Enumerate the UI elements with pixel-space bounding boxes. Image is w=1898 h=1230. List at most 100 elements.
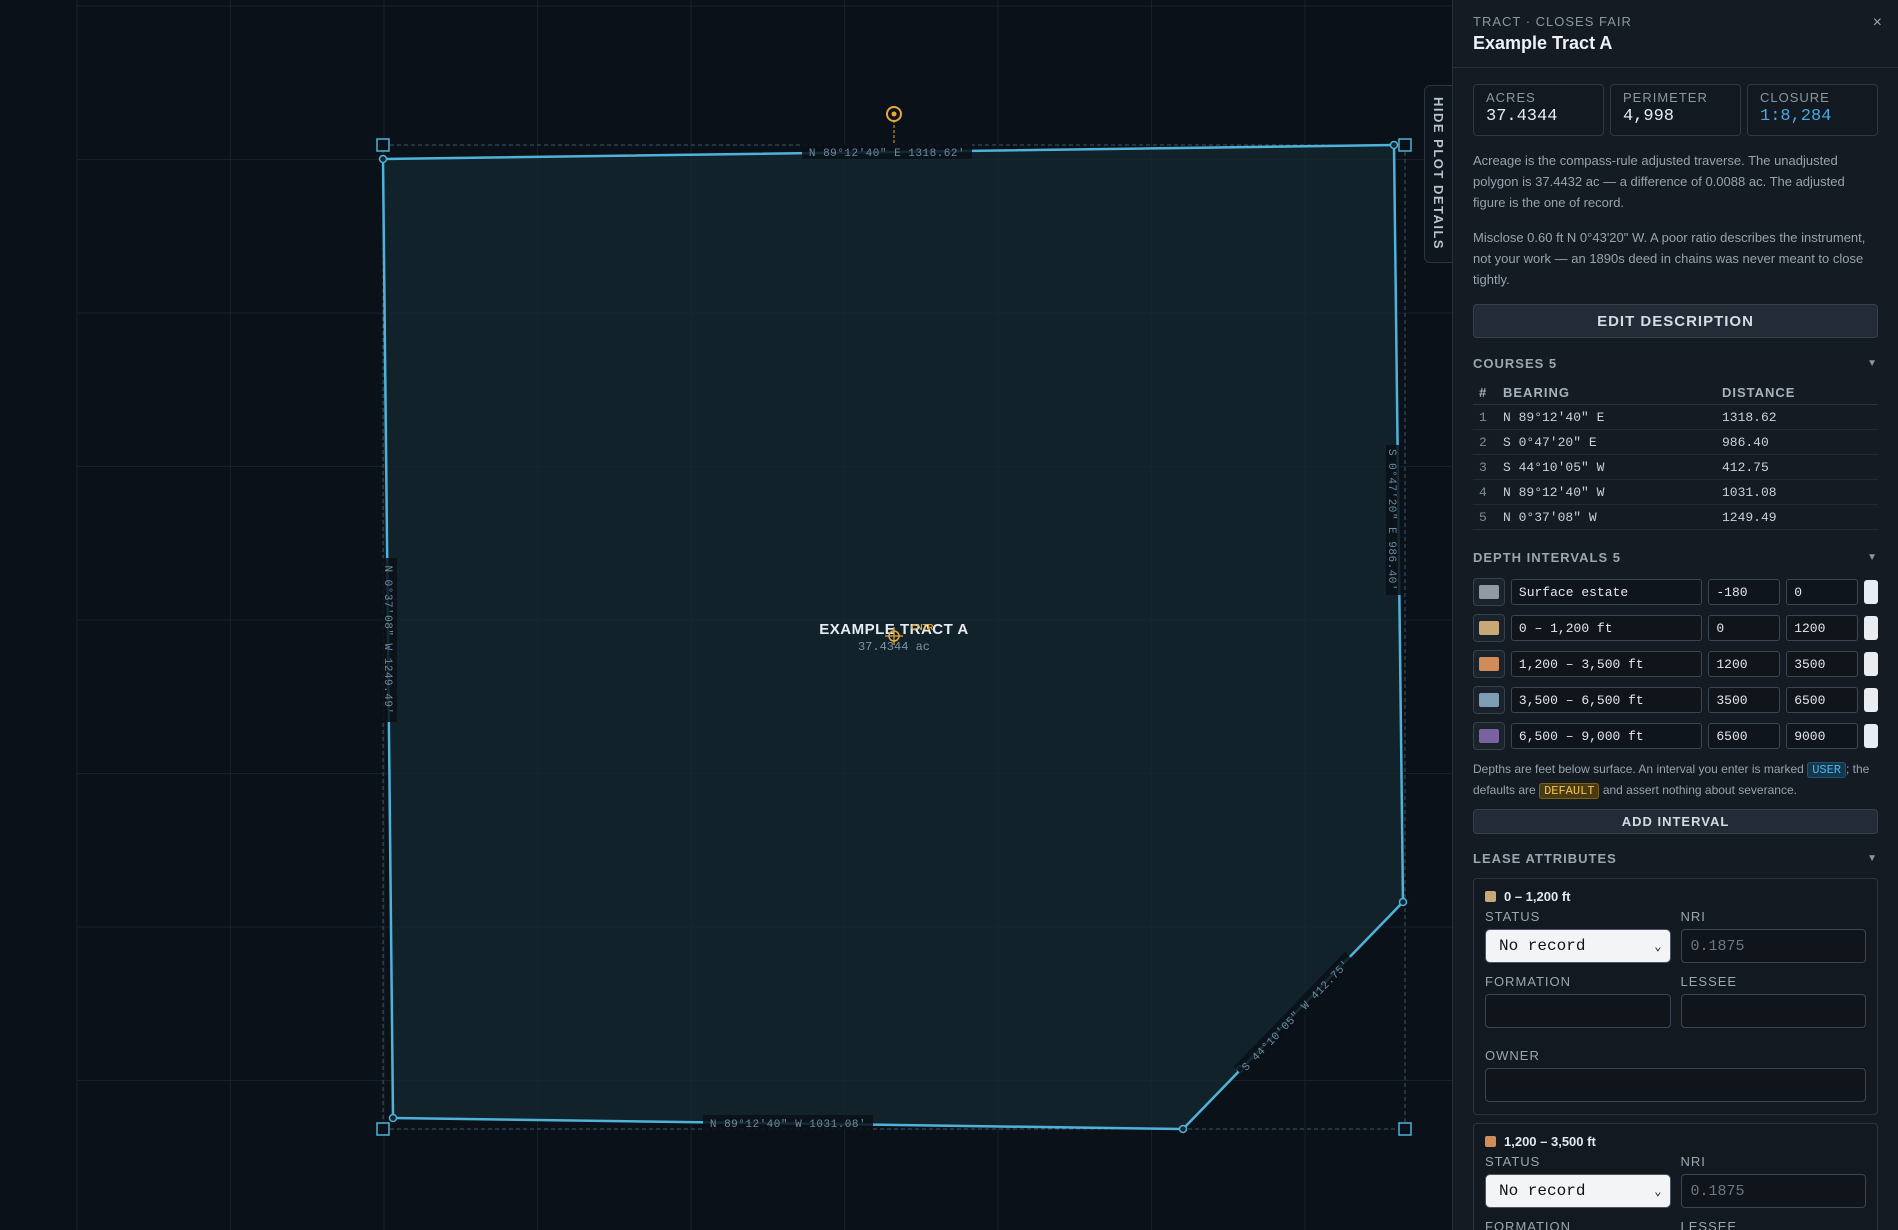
chevron-down-icon: ⌄: [1654, 1184, 1662, 1199]
interval-color-button[interactable]: [1473, 650, 1505, 678]
stat-perimeter: PERIMETER 4,998: [1610, 84, 1741, 136]
status-select[interactable]: No record ⌄: [1485, 929, 1671, 963]
nri-input[interactable]: 0.1875: [1680, 1174, 1866, 1208]
plot-svg[interactable]: N 89°12'40" E 1318.62' S 0°47'20" E 986.…: [0, 0, 1452, 1230]
lease-card-header: 0 – 1,200 ft: [1485, 889, 1866, 904]
status-value: No record: [1499, 937, 1586, 955]
interval-top-input[interactable]: 1200: [1708, 651, 1781, 677]
chevron-down-icon: ▼: [1867, 552, 1878, 563]
courses-table: # BEARING DISTANCE 1N 89°12'40" E 1318.62…: [1473, 385, 1878, 530]
formation-label: FORMATION: [1485, 974, 1572, 989]
vertex-point[interactable]: [1178, 1124, 1188, 1134]
color-swatch: [1485, 891, 1496, 902]
interval-remove-button[interactable]: [1864, 688, 1878, 712]
interval-name-input[interactable]: 0 – 1,200 ft: [1510, 615, 1703, 641]
misclose-explanation: Misclose 0.60 ft N 0°43'20" W. A poor ra…: [1473, 230, 1866, 287]
color-swatch: [1478, 693, 1499, 707]
add-interval-button[interactable]: ADD INTERVAL: [1473, 809, 1878, 834]
lease-section-header[interactable]: LEASE ATTRIBUTES ▼: [1473, 851, 1878, 866]
chevron-down-icon: ▼: [1867, 853, 1878, 864]
formation-input[interactable]: [1485, 994, 1671, 1028]
interval-bottom-input[interactable]: 6500: [1786, 687, 1859, 713]
rotate-handle-dot: [891, 111, 897, 117]
interval-remove-button[interactable]: [1864, 724, 1878, 748]
owner-input[interactable]: [1485, 1068, 1866, 1102]
stat-value: 1:8,284: [1760, 107, 1832, 126]
stat-closure: CLOSURE 1:8,284: [1747, 84, 1878, 136]
table-row[interactable]: 3S 44°10'05" W 412.75: [1473, 454, 1878, 480]
lease-card-title: 0 – 1,200 ft: [1504, 889, 1571, 904]
interval-top-input[interactable]: 0: [1708, 615, 1781, 641]
svg-text:N 89°12'40" E 1318.62': N 89°12'40" E 1318.62': [809, 148, 965, 160]
user-tag: USER: [1807, 762, 1846, 778]
column-header: DISTANCE: [1715, 385, 1878, 405]
course-bearing: S 44°10'05" W: [1497, 454, 1716, 480]
interval-name-input[interactable]: Surface estate: [1510, 579, 1703, 605]
vertex-point[interactable]: [378, 154, 388, 164]
chevron-down-icon: ⌄: [1654, 939, 1662, 954]
hide-plot-details-tab[interactable]: HIDE PLOT DETAILS: [1424, 85, 1452, 263]
note-text: Depths are feet below surface. An interv…: [1473, 762, 1804, 776]
plot-canvas[interactable]: N 89°12'40" E 1318.62' S 0°47'20" E 986.…: [0, 0, 1452, 1230]
table-row[interactable]: 5N 0°37'08" W 1249.49: [1473, 504, 1878, 530]
courses-section-header[interactable]: COURSES 5 ▼: [1473, 356, 1878, 371]
intervals-section-header[interactable]: DEPTH INTERVALS 5 ▼: [1473, 550, 1878, 565]
interval-top-input[interactable]: -180: [1708, 579, 1781, 605]
course-number: 5: [1473, 504, 1497, 530]
close-icon[interactable]: ×: [1873, 14, 1882, 32]
panel-header: TRACT · CLOSES FAIR Example Tract A ×: [1453, 0, 1898, 68]
edge-label-east: S 0°47'20" E 986.40': [1385, 445, 1401, 595]
resize-handle-se[interactable]: [1398, 1122, 1412, 1136]
nri-label: NRI: [1680, 1154, 1706, 1169]
formation-label: FORMATION: [1485, 1219, 1572, 1230]
interval-row: Surface estate -180 0: [1473, 577, 1878, 607]
color-swatch: [1478, 657, 1499, 671]
interval-name-input[interactable]: 6,500 – 9,000 ft: [1510, 723, 1703, 749]
color-swatch: [1478, 585, 1499, 599]
interval-bottom-input[interactable]: 1200: [1786, 615, 1859, 641]
edit-description-button[interactable]: EDIT DESCRIPTION: [1473, 304, 1878, 338]
interval-remove-button[interactable]: [1864, 652, 1878, 676]
interval-row: 3,500 – 6,500 ft 3500 6500: [1473, 685, 1878, 715]
nri-input[interactable]: 0.1875: [1680, 929, 1866, 963]
course-distance: 1249.49: [1715, 504, 1878, 530]
interval-color-button[interactable]: [1473, 614, 1505, 642]
color-swatch: [1478, 729, 1499, 743]
lease-card: 1,200 – 3,500 ft STATUS No record ⌄ NRI …: [1473, 1123, 1878, 1230]
interval-row: 6,500 – 9,000 ft 6500 9000: [1473, 721, 1878, 751]
resize-handle-sw[interactable]: [376, 1122, 390, 1136]
column-header: BEARING: [1497, 385, 1716, 405]
interval-name-input[interactable]: 3,500 – 6,500 ft: [1510, 687, 1703, 713]
lessee-input[interactable]: [1680, 994, 1866, 1028]
column-header: #: [1473, 385, 1497, 405]
interval-color-button[interactable]: [1473, 686, 1505, 714]
lease-card-header: 1,200 – 3,500 ft: [1485, 1134, 1866, 1149]
interval-color-button[interactable]: [1473, 722, 1505, 750]
course-bearing: N 0°37'08" W: [1497, 504, 1716, 530]
interval-bottom-input[interactable]: 9000: [1786, 723, 1859, 749]
table-row[interactable]: 2S 0°47'20" E 986.40: [1473, 429, 1878, 455]
table-row[interactable]: 1N 89°12'40" E 1318.62: [1473, 404, 1878, 430]
vertex-point[interactable]: [1398, 897, 1408, 907]
chevron-down-icon: ▼: [1867, 358, 1878, 369]
interval-remove-button[interactable]: [1864, 580, 1878, 604]
edge-label-south: N 89°12'40" W 1031.08': [703, 1115, 873, 1131]
vertex-point[interactable]: [1389, 140, 1399, 150]
table-row[interactable]: 4N 89°12'40" W 1031.08: [1473, 479, 1878, 505]
interval-top-input[interactable]: 3500: [1708, 687, 1781, 713]
interval-bottom-input[interactable]: 3500: [1786, 651, 1859, 677]
course-distance: 1318.62: [1715, 404, 1878, 430]
status-select[interactable]: No record ⌄: [1485, 1174, 1671, 1208]
interval-top-input[interactable]: 6500: [1708, 723, 1781, 749]
interval-bottom-input[interactable]: 0: [1786, 579, 1859, 605]
stat-value: 4,998: [1623, 107, 1675, 126]
interval-name-input[interactable]: 1,200 – 3,500 ft: [1510, 651, 1703, 677]
stat-label: ACRES: [1486, 90, 1536, 105]
interval-remove-button[interactable]: [1864, 616, 1878, 640]
resize-handle-ne[interactable]: [1398, 138, 1412, 152]
lessee-label: LESSEE: [1680, 1219, 1738, 1230]
interval-color-button[interactable]: [1473, 578, 1505, 606]
vertex-point[interactable]: [388, 1113, 398, 1123]
panel-title: Example Tract A: [1473, 33, 1613, 53]
resize-handle-nw[interactable]: [376, 138, 390, 152]
